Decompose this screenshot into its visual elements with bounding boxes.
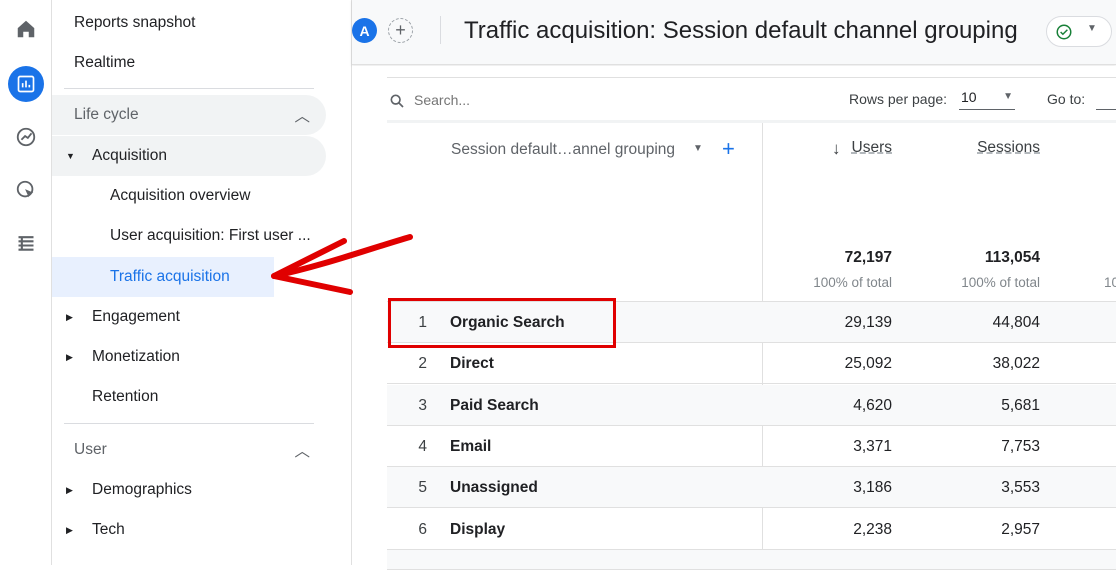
column-header-users[interactable]: Users <box>792 139 892 157</box>
label: Acquisition <box>92 147 167 164</box>
sidebar-item-traffic-acquisition[interactable]: Traffic acquisition <box>52 257 274 297</box>
configure-icon[interactable] <box>8 225 44 261</box>
users-value: 3,371 <box>853 437 892 455</box>
caret-right-icon: ▶ <box>66 311 73 322</box>
caret-right-icon: ▶ <box>66 351 73 362</box>
rows-per-page-select[interactable]: 10 ▼ <box>959 86 1015 110</box>
table-row[interactable]: 2 Direct 25,092 38,022 <box>387 343 1116 385</box>
avatar[interactable]: A <box>352 18 377 43</box>
sessions-value: 2,957 <box>1001 520 1040 538</box>
column-header-sessions[interactable]: Sessions <box>940 139 1040 157</box>
section-life-cycle[interactable]: Life cycle ︿ <box>52 95 326 135</box>
sidebar-item-tech[interactable]: ▶ Tech <box>52 510 125 550</box>
label: Demographics <box>92 481 192 498</box>
report-table-area: Rows per page: 10 ▼ Go to: Session defaul… <box>352 66 1116 570</box>
caret-down-icon: ▼ <box>1003 91 1013 102</box>
caret-down-icon: ▼ <box>66 151 75 161</box>
rows-per-page-label: Rows per page: <box>849 91 948 107</box>
channel-name[interactable]: Unassigned <box>450 467 538 508</box>
sidebar-item-realtime[interactable]: Realtime <box>74 43 135 83</box>
add-dimension-icon[interactable]: + <box>722 136 735 162</box>
sessions-value: 44,804 <box>992 314 1040 331</box>
report-header: A + Traffic acquisition: Session default… <box>352 0 1116 65</box>
search-icon <box>390 94 404 108</box>
sidebar-item-demographics[interactable]: ▶ Demographics <box>52 470 192 510</box>
sessions-value: 38,022 <box>992 355 1040 373</box>
sidebar-item-reports-snapshot[interactable]: Reports snapshot <box>74 3 196 43</box>
label: Engagement <box>92 308 180 325</box>
row-number: 4 <box>418 437 427 455</box>
table-row[interactable]: 5 Unassigned 3,186 3,553 <box>387 467 1116 509</box>
users-value: 29,139 <box>844 314 892 331</box>
sidebar-item-acquisition[interactable]: ▼ Acquisition <box>52 136 326 176</box>
sidebar-item-retention[interactable]: Retention <box>92 377 158 417</box>
table-row[interactable]: 6 Display 2,238 2,957 <box>387 509 1116 550</box>
total-sessions-percent: 100% of total <box>961 275 1040 290</box>
home-icon[interactable] <box>8 11 44 47</box>
sidebar-item-acquisition-overview[interactable]: Acquisition overview <box>110 176 250 216</box>
table-row[interactable]: 4 Email 3,371 7,753 <box>387 426 1116 467</box>
label: Tech <box>92 521 125 538</box>
channel-name[interactable]: Email <box>450 426 491 467</box>
caret-right-icon: ▶ <box>66 524 73 535</box>
sessions-value: 7,753 <box>1001 437 1040 455</box>
chevron-up-icon: ︿ <box>294 443 310 460</box>
annotation-arrow-icon <box>271 234 413 295</box>
sessions-value: 5,681 <box>1001 396 1040 414</box>
divider <box>64 423 314 424</box>
explore-icon[interactable] <box>8 119 44 155</box>
total-users-percent: 100% of total <box>813 275 892 290</box>
users-value: 3,186 <box>853 479 892 497</box>
caret-down-icon[interactable]: ▼ <box>693 143 703 154</box>
divider <box>64 88 314 89</box>
table-row[interactable]: 3 Paid Search 4,620 5,681 <box>387 384 1116 426</box>
total-users: 72,197 <box>844 249 892 266</box>
highlight-box <box>388 298 616 348</box>
section-user[interactable]: User ︿ <box>52 430 326 470</box>
search-input[interactable] <box>414 90 614 110</box>
sessions-value: 3,553 <box>1001 479 1040 497</box>
table-row[interactable] <box>387 550 1116 570</box>
check-circle-icon <box>1056 24 1072 40</box>
divider <box>387 120 1116 123</box>
channel-name[interactable]: Direct <box>450 343 494 384</box>
label: Monetization <box>92 348 180 365</box>
sidebar-item-monetization[interactable]: ▶ Monetization <box>52 337 180 377</box>
users-value: 2,238 <box>853 520 892 538</box>
channel-name[interactable]: Display <box>450 509 505 550</box>
row-number: 2 <box>418 355 427 373</box>
row-number: 3 <box>418 396 427 414</box>
go-to-input[interactable] <box>1096 86 1116 110</box>
channel-name[interactable]: Paid Search <box>450 385 539 426</box>
section-label: Life cycle <box>74 106 139 123</box>
divider <box>440 16 441 44</box>
divider <box>387 77 1116 78</box>
users-value: 25,092 <box>844 355 892 373</box>
row-number: 5 <box>418 479 427 497</box>
add-comparison-icon[interactable]: + <box>388 18 413 43</box>
go-to-label: Go to: <box>1047 91 1086 107</box>
selected-value: 10 <box>961 89 977 105</box>
total-sessions: 113,054 <box>984 249 1040 266</box>
caret-right-icon: ▶ <box>66 484 73 495</box>
sidebar-item-engagement[interactable]: ▶ Engagement <box>52 297 180 337</box>
caret-down-icon: ▼ <box>1087 23 1097 34</box>
left-rail <box>0 0 52 565</box>
dimension-header[interactable]: Session default…annel grouping <box>451 141 675 159</box>
users-value: 4,620 <box>853 396 892 414</box>
advertising-icon[interactable] <box>8 172 44 208</box>
row-number: 6 <box>418 520 427 538</box>
chevron-up-icon: ︿ <box>294 108 310 125</box>
total-next-percent: 10 <box>1104 275 1116 290</box>
status-dropdown[interactable]: ▼ <box>1046 16 1112 47</box>
section-label: User <box>74 441 107 458</box>
page-title: Traffic acquisition: Session default cha… <box>464 17 1018 44</box>
reports-icon[interactable] <box>8 66 44 102</box>
